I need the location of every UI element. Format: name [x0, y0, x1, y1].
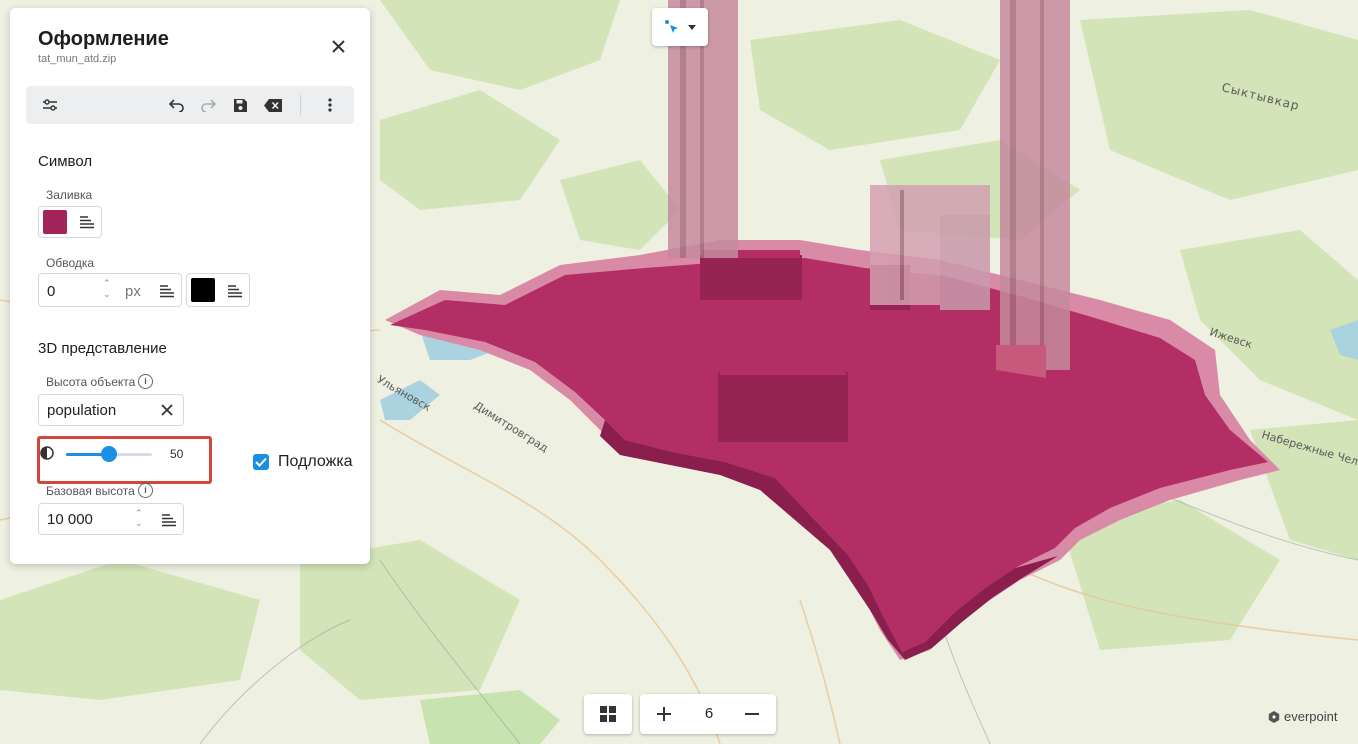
info-icon[interactable]: i [138, 483, 153, 498]
opacity-slider-highlight [37, 436, 212, 484]
redo-button[interactable] [198, 95, 218, 115]
info-icon[interactable]: i [138, 374, 153, 389]
base-height-field[interactable]: 10 000 ⌃ ⌄ [38, 503, 184, 535]
base-checkbox-label[interactable]: Подложка [278, 453, 353, 471]
list-icon[interactable] [227, 284, 243, 298]
list-icon[interactable] [79, 215, 95, 229]
brand-icon [1268, 710, 1280, 723]
select-tool-button[interactable] [652, 8, 708, 46]
stroke-width-field[interactable]: 0 ⌃ ⌄ px [38, 273, 182, 307]
panel-subtitle: tat_mun_atd.zip [38, 53, 117, 65]
fill-control [38, 206, 102, 238]
base-height-label: Базовая высота [46, 484, 135, 498]
height-label: Высота объекта [46, 375, 136, 389]
undo-button[interactable] [167, 95, 187, 115]
zoom-in-button[interactable] [654, 704, 674, 724]
undo-icon [169, 99, 184, 112]
brand-name: everpoint [1284, 709, 1338, 724]
chevron-down-icon [688, 24, 696, 30]
settings-button[interactable] [40, 95, 60, 115]
height-field-select[interactable]: population [38, 394, 184, 426]
symbol-section-title: Символ [38, 153, 93, 170]
opacity-value: 50 [170, 447, 184, 461]
sliders-icon [43, 99, 57, 111]
stroke-width-value: 0 [47, 283, 56, 300]
list-icon[interactable] [161, 513, 177, 527]
stroke-color-control [186, 273, 250, 307]
save-button[interactable] [230, 95, 250, 115]
zoom-level: 6 [704, 705, 714, 722]
save-icon [233, 98, 247, 112]
base-height-value: 10 000 [47, 511, 93, 528]
stepper-down-icon[interactable]: ⌄ [135, 519, 143, 528]
plus-icon [657, 707, 671, 721]
close-icon [331, 39, 345, 53]
close-button[interactable] [328, 36, 348, 56]
stroke-label: Обводка [46, 256, 95, 270]
style-panel: Оформление tat_mun_atd.zip Символ Заливк… [10, 8, 370, 564]
more-icon [328, 98, 332, 112]
clear-field-icon[interactable] [161, 404, 173, 416]
opacity-icon [40, 446, 54, 460]
select-arrow-icon [665, 20, 678, 33]
grid-icon [600, 706, 616, 722]
view3d-section-title: 3D представление [38, 340, 167, 357]
stepper-down-icon[interactable]: ⌄ [103, 290, 111, 299]
brand-logo: everpoint [1268, 709, 1337, 724]
fill-color-swatch[interactable] [43, 210, 67, 234]
fill-label: Заливка [46, 188, 93, 202]
stroke-color-swatch[interactable] [191, 278, 215, 302]
layers-grid-button[interactable] [584, 694, 632, 734]
more-button[interactable] [320, 95, 340, 115]
minus-icon [745, 713, 759, 715]
toolbar-divider [300, 95, 301, 115]
clear-icon [264, 98, 282, 112]
zoom-control: 6 [640, 694, 776, 734]
height-field-value: population [47, 402, 117, 419]
zoom-out-button[interactable] [742, 704, 762, 724]
clear-button[interactable] [263, 95, 283, 115]
base-checkbox[interactable] [253, 454, 269, 470]
list-icon[interactable] [159, 284, 175, 298]
panel-toolbar [26, 86, 354, 124]
stroke-unit: px [125, 283, 141, 300]
redo-icon [201, 99, 216, 112]
stepper-up-icon[interactable]: ⌃ [135, 509, 143, 518]
opacity-slider-thumb[interactable] [101, 446, 117, 462]
stepper-up-icon[interactable]: ⌃ [103, 279, 111, 288]
check-icon [255, 457, 267, 467]
panel-title: Оформление [38, 28, 169, 50]
